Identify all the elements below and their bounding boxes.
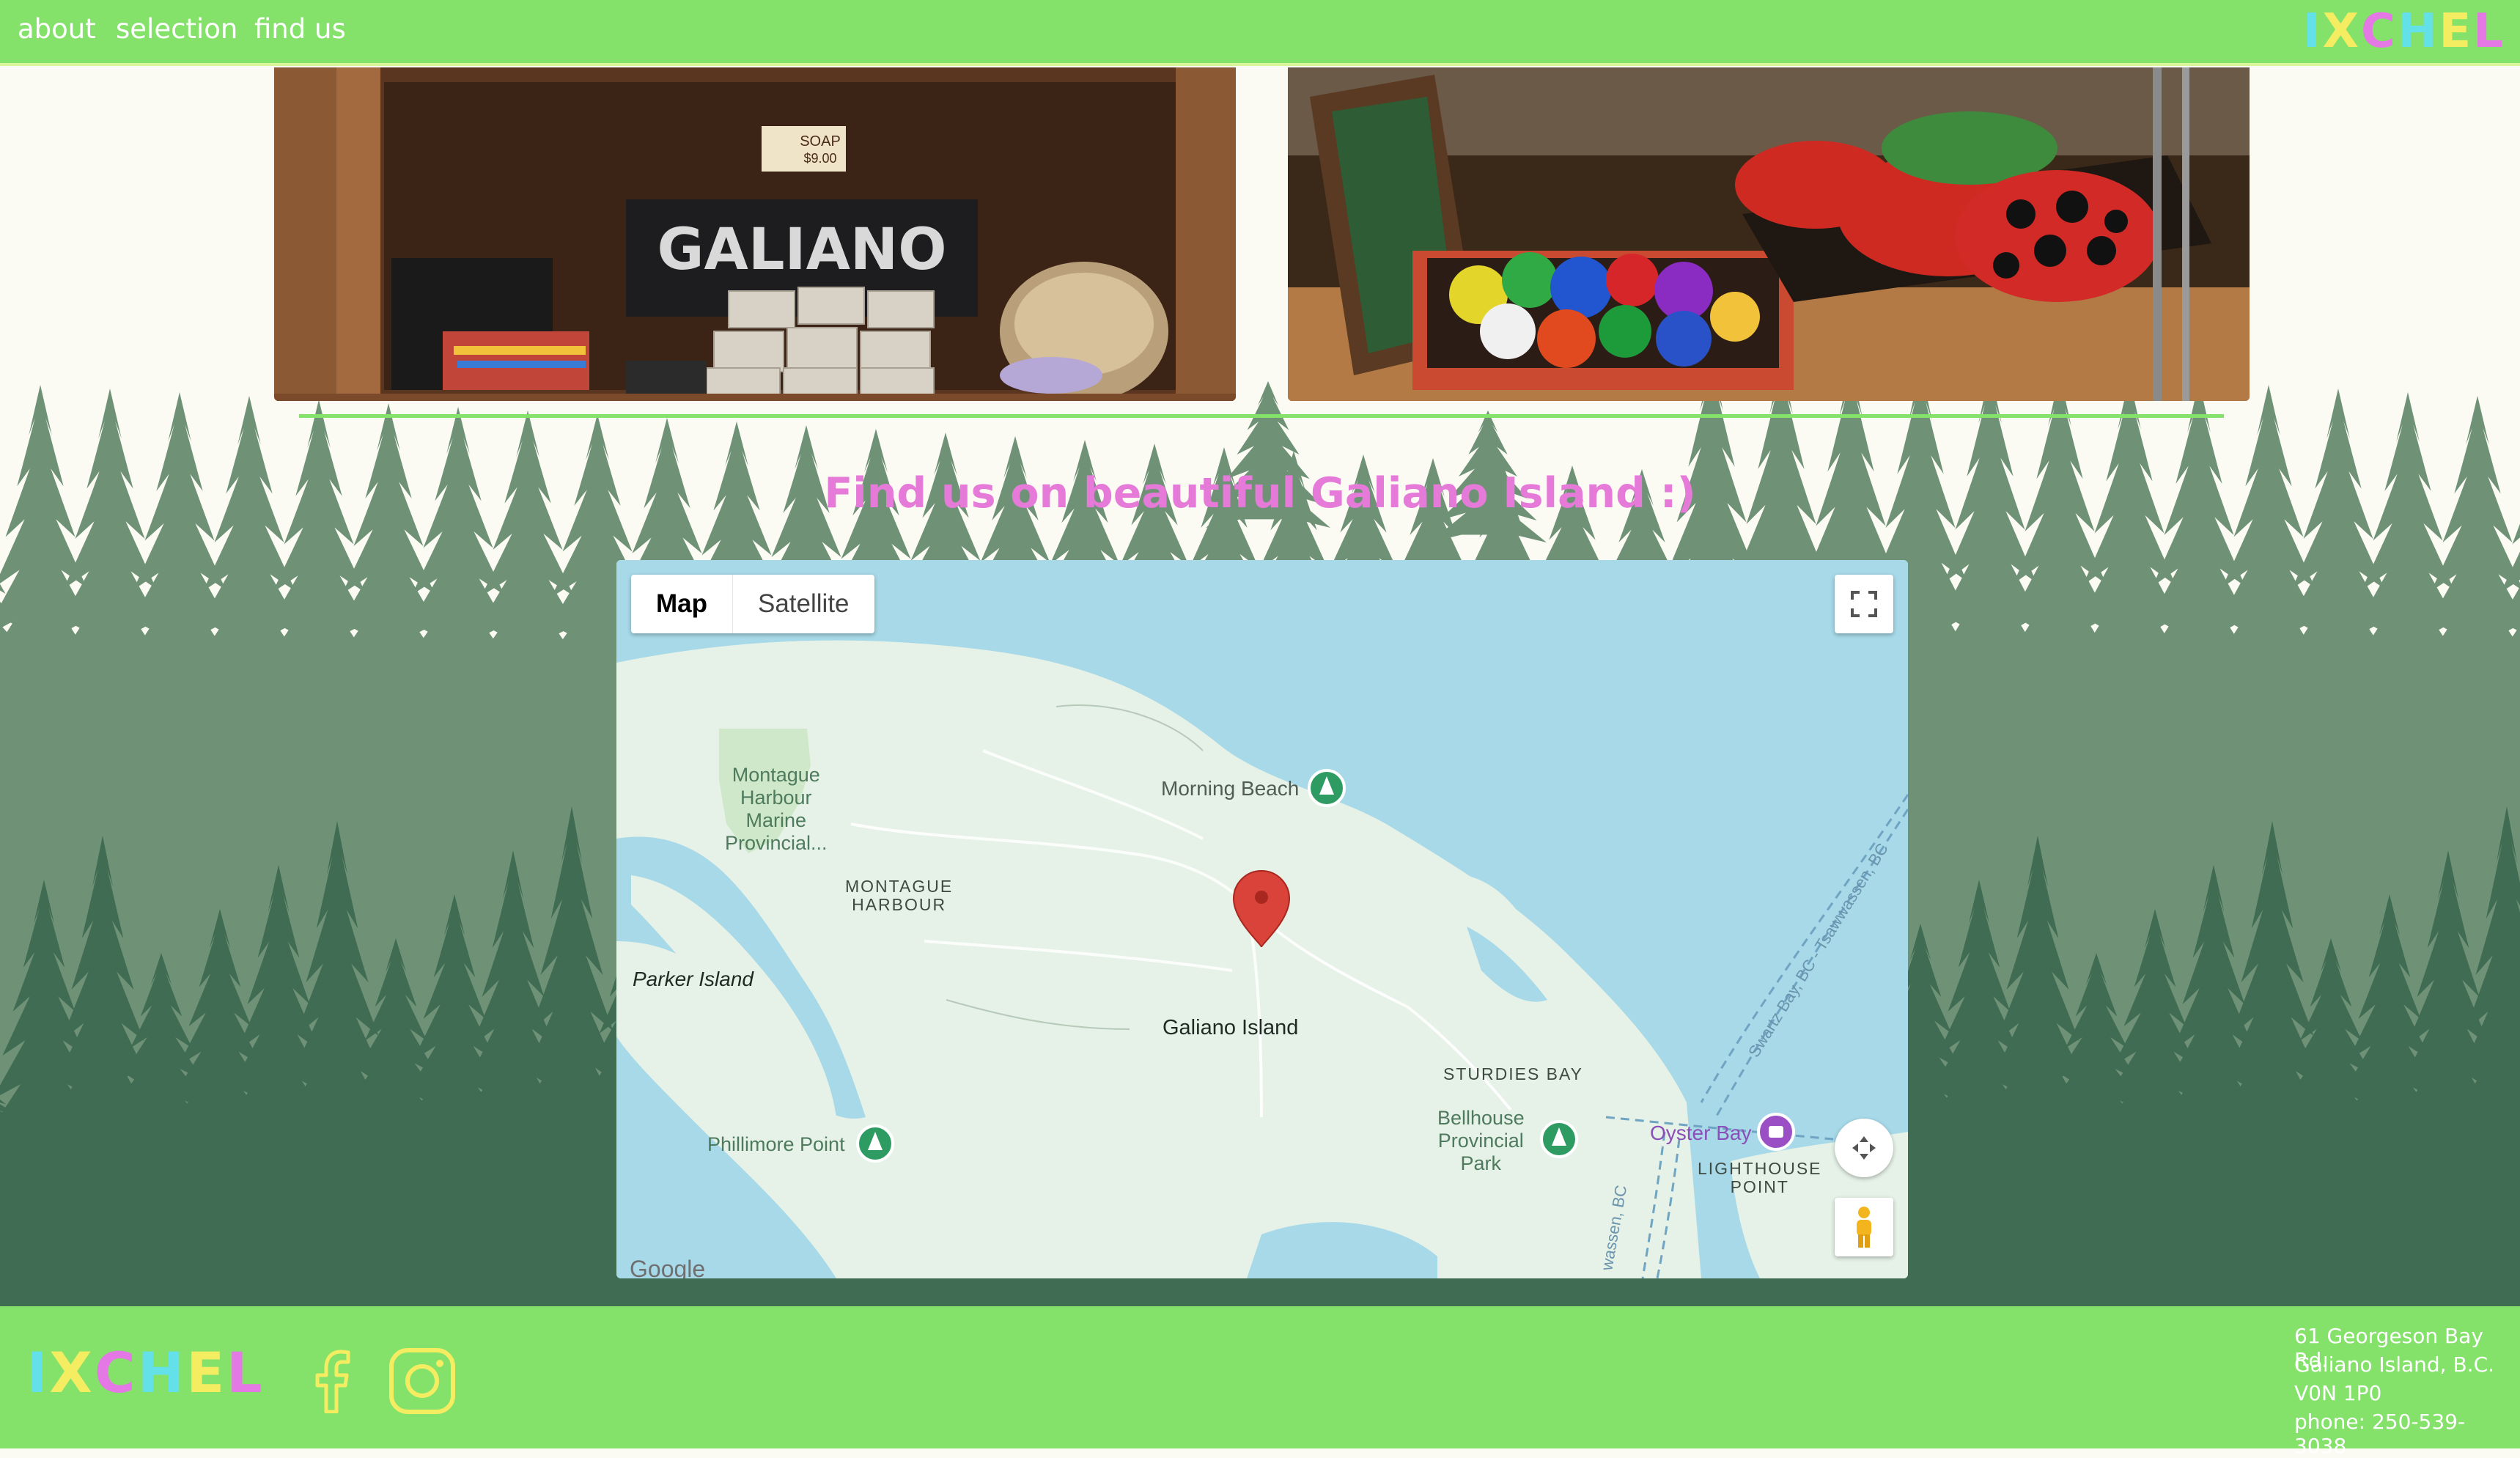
logo-letter: L [2473, 4, 2505, 59]
logo-letter: C [94, 1340, 138, 1405]
instagram-icon [389, 1348, 455, 1414]
map-type-control: Map Satellite [631, 575, 874, 633]
map-type-satellite-button[interactable]: Satellite [733, 575, 874, 633]
bellhouse-park-label[interactable]: Bellhouse Provincial Park [1437, 1107, 1525, 1175]
phillimore-point-marker[interactable] [856, 1124, 894, 1163]
parker-island-label: Parker Island [633, 968, 754, 990]
facebook-icon [315, 1350, 350, 1414]
camera-control-button[interactable] [1835, 1119, 1893, 1177]
shop-photo-soaps: GALIANO SOAP $9.00 [274, 67, 1236, 401]
logo-letter: H [2397, 4, 2439, 59]
footer-address-city: Galiano Island, B.C. [2294, 1352, 2495, 1377]
logo-letter: C [2360, 4, 2398, 59]
embedded-map[interactable]: Swartz Bay, BC - Tsawwassen, BC wassen, … [616, 560, 1908, 1278]
footer-logo[interactable]: IXCHEL [26, 1340, 265, 1405]
fullscreen-icon [1851, 591, 1877, 617]
nav-link-find-us[interactable]: find us [254, 13, 346, 45]
map-type-map-button[interactable]: Map [631, 575, 733, 633]
nav-link-about[interactable]: about [18, 13, 96, 45]
lighthouse-point-label: LIGHTHOUSE POINT [1698, 1159, 1822, 1196]
instagram-link[interactable] [388, 1347, 456, 1415]
oyster-bay-label[interactable]: Oyster Bay [1650, 1122, 1751, 1145]
footer: IXCHEL 61 Georgeson Bay Rd. Galiano Isla… [0, 1306, 2520, 1458]
galiano-island-label: Galiano Island [1163, 1016, 1299, 1039]
morning-beach-label[interactable]: Morning Beach [1161, 777, 1299, 800]
street-view-pegman-button[interactable] [1835, 1198, 1893, 1256]
shop-photo-knits [1288, 67, 2250, 401]
logo-letter: H [137, 1340, 187, 1405]
logo-letter: X [49, 1340, 95, 1405]
fullscreen-button[interactable] [1835, 575, 1893, 633]
sturdies-bay-label: STURDIES BAY [1443, 1064, 1583, 1083]
logo-letter: I [2302, 4, 2323, 59]
facebook-link[interactable] [312, 1349, 358, 1414]
top-navbar: about selection find us IXCHEL [0, 0, 2520, 66]
montague-park-label[interactable]: Montague Harbour Marine Provincial... [725, 764, 828, 855]
pan-arrows-icon [1852, 1136, 1876, 1160]
phillimore-point-label[interactable]: Phillimore Point [707, 1133, 845, 1156]
oyster-bay-marker[interactable] [1757, 1113, 1795, 1151]
morning-beach-marker[interactable] [1308, 769, 1346, 807]
google-attribution[interactable]: Google [630, 1256, 705, 1278]
logo-letter: L [226, 1340, 265, 1405]
logo-letter: I [26, 1340, 50, 1405]
site-logo[interactable]: IXCHEL [2303, 4, 2505, 59]
section-divider [299, 414, 2224, 418]
bellhouse-park-marker[interactable] [1540, 1120, 1578, 1158]
footer-phone: phone: 250-539-3038 [2294, 1410, 2466, 1458]
logo-letter: E [186, 1340, 227, 1405]
footer-address-postal: V0N 1P0 [2294, 1381, 2382, 1405]
nav-link-selection[interactable]: selection [116, 13, 237, 45]
galiano-sign-text: GALIANO [657, 217, 946, 283]
soap-tag-label: SOAP [800, 133, 841, 150]
soap-tag-price: $9.00 [803, 151, 836, 166]
pegman-icon [1857, 1207, 1871, 1248]
find-us-heading: Find us on beautiful Galiano Island :) [824, 469, 1696, 518]
montague-harbour-label: MONTAGUE HARBOUR [845, 877, 954, 914]
logo-letter: X [2322, 4, 2361, 59]
logo-letter: E [2439, 4, 2474, 59]
